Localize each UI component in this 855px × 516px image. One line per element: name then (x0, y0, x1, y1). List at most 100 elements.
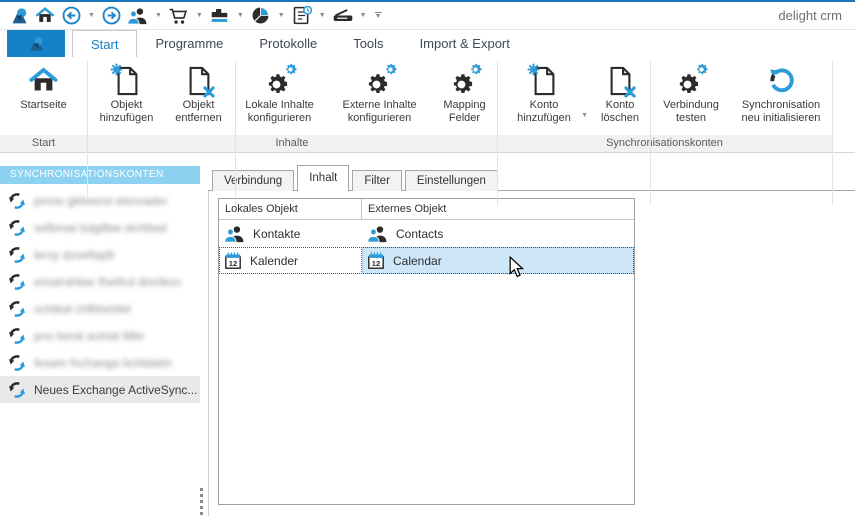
local-object-label: Kontakte (253, 226, 301, 241)
sync-icon (8, 273, 26, 291)
sync-account-label: pns beral actriat fillte (34, 328, 145, 343)
tab-programme[interactable]: Programme (137, 30, 241, 57)
home-icon[interactable] (33, 4, 57, 28)
tab-einstellungen[interactable]: Einstellungen (404, 170, 498, 191)
external-object-label: Contacts (396, 226, 444, 241)
sync-icon (8, 300, 26, 318)
verbindung-testen-button[interactable]: Verbindung testen (651, 57, 731, 135)
scanner-icon[interactable] (331, 4, 355, 28)
sync-account-label: Neues Exchange ActiveSync... (34, 382, 198, 397)
document-add-icon (112, 62, 142, 99)
objekt-hinzufuegen-button[interactable]: Objekt hinzufügen (90, 57, 164, 135)
sidebar-header: SYNCHRONISATIONSKONTEN (0, 166, 200, 184)
contacts-icon[interactable] (126, 4, 150, 28)
tab-inhalt[interactable]: Inhalt (297, 165, 350, 192)
sync-account-label: lerxy dzseftapfi (34, 247, 115, 262)
local-object-label: Kalender (250, 253, 299, 268)
sync-icon (8, 219, 26, 237)
sync-refresh-icon (767, 62, 796, 99)
table-row[interactable]: Kalender Calendar (219, 247, 634, 274)
document-remove-icon (184, 62, 214, 99)
journal-icon[interactable] (290, 4, 314, 28)
lokale-inhalte-konfigurieren-button[interactable]: Lokale Inhalte konfigurieren (234, 57, 326, 135)
app-menu-button[interactable] (7, 30, 65, 57)
sync-account-label: ematrahber fhetfcd dmrtlion (34, 274, 181, 289)
sync-account-item[interactable]: schtkat chfbtsrtdel (0, 295, 200, 322)
app-logo-icon (27, 34, 46, 53)
dropdown-chevron[interactable]: ▼ (581, 112, 588, 119)
dropdown-chevron[interactable]: ▼ (360, 12, 367, 19)
sync-icon (8, 354, 26, 372)
sync-account-label: pmne gkfwend slenvader (34, 193, 168, 208)
konto-loeschen-button[interactable]: Konto löschen (589, 57, 651, 135)
ribbon-tabrow: Start Programme Protokolle Tools Import … (0, 30, 855, 57)
ribbon-group-start: Startseite (0, 57, 87, 135)
sync-icon (8, 246, 26, 264)
document-add-icon (529, 62, 559, 99)
gears-icon (363, 62, 397, 99)
titlebar: ▼ ▼ ▼ ▼ ▼ ▼ ▼ ▼ delight crm (0, 0, 855, 30)
calendar-icon (224, 252, 242, 270)
back-icon[interactable] (59, 4, 83, 28)
object-mapping-table: Lokales Objekt Externes Objekt Kontakte … (218, 198, 635, 505)
group-label-synchronisationskonten: Synchronisationskonten (606, 137, 723, 149)
tab-verbindung[interactable]: Verbindung (212, 170, 295, 191)
panel-divider (208, 190, 209, 516)
document-remove-icon (605, 62, 635, 99)
table-header-row: Lokales Objekt Externes Objekt (219, 199, 634, 220)
dropdown-chevron[interactable]: ▼ (155, 12, 162, 19)
table-row[interactable]: Kontakte Contacts (219, 220, 634, 247)
gears-icon (263, 62, 297, 99)
dropdown-chevron[interactable]: ▼ (196, 12, 203, 19)
sync-account-item[interactable]: pns beral actriat fillte (0, 322, 200, 349)
tab-start[interactable]: Start (72, 30, 138, 57)
synchronisation-neu-initialisieren-button[interactable]: Synchronisation neu initialisieren (731, 57, 831, 135)
home-icon (28, 62, 59, 99)
gears-icon (448, 62, 482, 99)
cart-icon[interactable] (167, 4, 191, 28)
group-label-inhalte: Inhalte (275, 137, 309, 149)
app-logo-icon (7, 4, 31, 28)
column-header-lokales-objekt: Lokales Objekt (219, 199, 362, 219)
dropdown-chevron[interactable]: ▼ (319, 12, 326, 19)
gears-icon (674, 62, 708, 99)
objekt-entfernen-button[interactable]: Objekt entfernen (164, 57, 234, 135)
external-object-label: Calendar (393, 253, 442, 268)
tab-filter[interactable]: Filter (352, 170, 402, 191)
sync-icon (8, 192, 26, 210)
tab-import-export[interactable]: Import & Export (402, 30, 528, 57)
group-label-start: Start (31, 137, 56, 149)
sync-account-item[interactable]: lerxy dzseftapfi (0, 241, 200, 268)
customize-toolbar-icon[interactable]: ▼ (374, 11, 382, 20)
sales-chart-icon[interactable] (208, 4, 232, 28)
tab-tools[interactable]: Tools (335, 30, 401, 57)
sync-account-item[interactable]: ematrahber fhetfcd dmrtlion (0, 268, 200, 295)
dropdown-chevron[interactable]: ▼ (88, 12, 95, 19)
sync-icon (8, 327, 26, 345)
konto-hinzufuegen-button[interactable]: Konto hinzufügen ▼ (499, 57, 589, 135)
ribbon-group-inhalte: Objekt hinzufügen Objekt entfernen Lokal… (88, 57, 497, 135)
sync-account-label: schtkat chfbtsrtdel (34, 301, 131, 316)
contacts-icon (224, 225, 245, 243)
detail-tabstrip: Verbindung Inhalt Filter Einstellungen (212, 165, 501, 192)
sync-account-label: fesam fnchanga bchtdatm (34, 355, 173, 370)
pie-chart-icon[interactable] (249, 4, 273, 28)
forward-icon[interactable] (100, 4, 124, 28)
externe-inhalte-konfigurieren-button[interactable]: Externe Inhalte konfigurieren (326, 57, 434, 135)
contacts-icon (367, 225, 388, 243)
sync-account-item[interactable]: Neues Exchange ActiveSync... (0, 376, 200, 403)
sync-account-item[interactable]: sefbmat bdgltbw dnrttlwd (0, 214, 200, 241)
dropdown-chevron[interactable]: ▼ (237, 12, 244, 19)
sync-account-label: sefbmat bdgltbw dnrttlwd (34, 220, 167, 235)
mouse-cursor (509, 256, 524, 279)
ribbon-group-synchronisationskonten: Konto hinzufügen ▼ Konto löschen Verbind… (498, 57, 832, 135)
tab-protokolle[interactable]: Protokolle (241, 30, 335, 57)
mapping-felder-button[interactable]: Mapping Felder (434, 57, 496, 135)
startseite-button[interactable]: Startseite (4, 57, 84, 135)
ribbon-group-labels: Start Inhalte Synchronisationskonten (0, 135, 832, 152)
splitter-handle[interactable] (200, 488, 203, 515)
sync-account-item[interactable]: pmne gkfwend slenvader (0, 187, 200, 214)
sync-account-item[interactable]: fesam fnchanga bchtdatm (0, 349, 200, 376)
column-header-externes-objekt: Externes Objekt (368, 203, 447, 215)
dropdown-chevron[interactable]: ▼ (278, 12, 285, 19)
